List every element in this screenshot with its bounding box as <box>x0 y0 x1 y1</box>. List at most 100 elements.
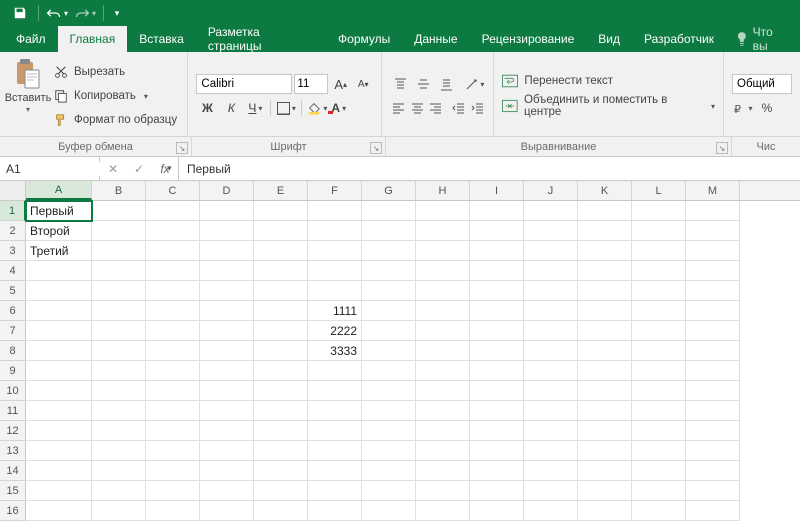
cell-H13[interactable] <box>416 441 470 461</box>
cell-E6[interactable] <box>254 301 308 321</box>
cell-M9[interactable] <box>686 361 740 381</box>
cell-F1[interactable] <box>308 201 362 221</box>
row-header-8[interactable]: 8 <box>0 341 26 361</box>
fill-color-button[interactable]: ▾ <box>306 98 328 118</box>
row-header-3[interactable]: 3 <box>0 241 26 261</box>
cell-J5[interactable] <box>524 281 578 301</box>
font-color-button[interactable]: A▾ <box>330 98 352 118</box>
cell-L13[interactable] <box>632 441 686 461</box>
cell-B5[interactable] <box>92 281 146 301</box>
tab-file[interactable]: Файл <box>4 26 58 52</box>
cell-K16[interactable] <box>578 501 632 521</box>
cell-G15[interactable] <box>362 481 416 501</box>
cell-E16[interactable] <box>254 501 308 521</box>
cell-E3[interactable] <box>254 241 308 261</box>
increase-indent-button[interactable] <box>469 98 485 118</box>
row-header-4[interactable]: 4 <box>0 261 26 281</box>
cell-K15[interactable] <box>578 481 632 501</box>
cell-E5[interactable] <box>254 281 308 301</box>
cell-L4[interactable] <box>632 261 686 281</box>
cell-C8[interactable] <box>146 341 200 361</box>
cell-F8[interactable]: 3333 <box>308 341 362 361</box>
tell-me[interactable]: Что вы <box>726 26 800 52</box>
row-header-6[interactable]: 6 <box>0 301 26 321</box>
row-header-5[interactable]: 5 <box>0 281 26 301</box>
cell-I1[interactable] <box>470 201 524 221</box>
cell-A9[interactable] <box>26 361 92 381</box>
format-painter-button[interactable]: Формат по образцу <box>54 110 177 130</box>
cell-C16[interactable] <box>146 501 200 521</box>
cell-D4[interactable] <box>200 261 254 281</box>
cell-C15[interactable] <box>146 481 200 501</box>
cell-M4[interactable] <box>686 261 740 281</box>
cell-K7[interactable] <box>578 321 632 341</box>
cell-C7[interactable] <box>146 321 200 341</box>
cell-H10[interactable] <box>416 381 470 401</box>
cut-button[interactable]: Вырезать <box>54 62 177 82</box>
cell-C1[interactable] <box>146 201 200 221</box>
cell-C3[interactable] <box>146 241 200 261</box>
clipboard-dialog-launcher[interactable]: ↘ <box>176 142 188 154</box>
cell-A2[interactable]: Второй <box>26 221 92 241</box>
font-size-select[interactable] <box>294 74 328 94</box>
copy-button[interactable]: Копировать▾ <box>54 86 177 106</box>
cell-B15[interactable] <box>92 481 146 501</box>
decrease-indent-button[interactable] <box>451 98 467 118</box>
cell-J16[interactable] <box>524 501 578 521</box>
cell-L15[interactable] <box>632 481 686 501</box>
cell-B1[interactable] <box>92 201 146 221</box>
cell-A11[interactable] <box>26 401 92 421</box>
cell-L7[interactable] <box>632 321 686 341</box>
name-box[interactable]: ▾ <box>0 157 100 180</box>
cell-J15[interactable] <box>524 481 578 501</box>
cell-D15[interactable] <box>200 481 254 501</box>
formula-input[interactable]: Первый <box>179 157 800 180</box>
cell-M12[interactable] <box>686 421 740 441</box>
cell-L1[interactable] <box>632 201 686 221</box>
cell-C14[interactable] <box>146 461 200 481</box>
cell-D9[interactable] <box>200 361 254 381</box>
align-top-button[interactable] <box>390 74 411 94</box>
cell-F2[interactable] <box>308 221 362 241</box>
cell-F5[interactable] <box>308 281 362 301</box>
cell-A6[interactable] <box>26 301 92 321</box>
cell-M11[interactable] <box>686 401 740 421</box>
cell-J12[interactable] <box>524 421 578 441</box>
cell-E10[interactable] <box>254 381 308 401</box>
cell-E11[interactable] <box>254 401 308 421</box>
cell-C13[interactable] <box>146 441 200 461</box>
row-header-2[interactable]: 2 <box>0 221 26 241</box>
cell-F3[interactable] <box>308 241 362 261</box>
cell-I15[interactable] <box>470 481 524 501</box>
cell-I6[interactable] <box>470 301 524 321</box>
column-header-L[interactable]: L <box>632 181 686 200</box>
select-all-triangle[interactable] <box>0 181 26 200</box>
cell-L2[interactable] <box>632 221 686 241</box>
cell-D2[interactable] <box>200 221 254 241</box>
cell-G16[interactable] <box>362 501 416 521</box>
cell-C2[interactable] <box>146 221 200 241</box>
cell-A1[interactable]: Первый <box>26 201 92 221</box>
cell-E13[interactable] <box>254 441 308 461</box>
cell-B14[interactable] <box>92 461 146 481</box>
cell-B7[interactable] <box>92 321 146 341</box>
cell-D11[interactable] <box>200 401 254 421</box>
cell-I10[interactable] <box>470 381 524 401</box>
cell-H1[interactable] <box>416 201 470 221</box>
cell-K3[interactable] <box>578 241 632 261</box>
cell-H9[interactable] <box>416 361 470 381</box>
cell-L5[interactable] <box>632 281 686 301</box>
cell-M7[interactable] <box>686 321 740 341</box>
cell-J11[interactable] <box>524 401 578 421</box>
cell-A10[interactable] <box>26 381 92 401</box>
cell-H8[interactable] <box>416 341 470 361</box>
underline-button[interactable]: Ч▾ <box>244 98 266 118</box>
cell-L3[interactable] <box>632 241 686 261</box>
cell-C12[interactable] <box>146 421 200 441</box>
cell-D14[interactable] <box>200 461 254 481</box>
column-header-A[interactable]: A <box>26 181 92 200</box>
cell-A5[interactable] <box>26 281 92 301</box>
column-header-F[interactable]: F <box>308 181 362 200</box>
cell-J1[interactable] <box>524 201 578 221</box>
cell-B13[interactable] <box>92 441 146 461</box>
